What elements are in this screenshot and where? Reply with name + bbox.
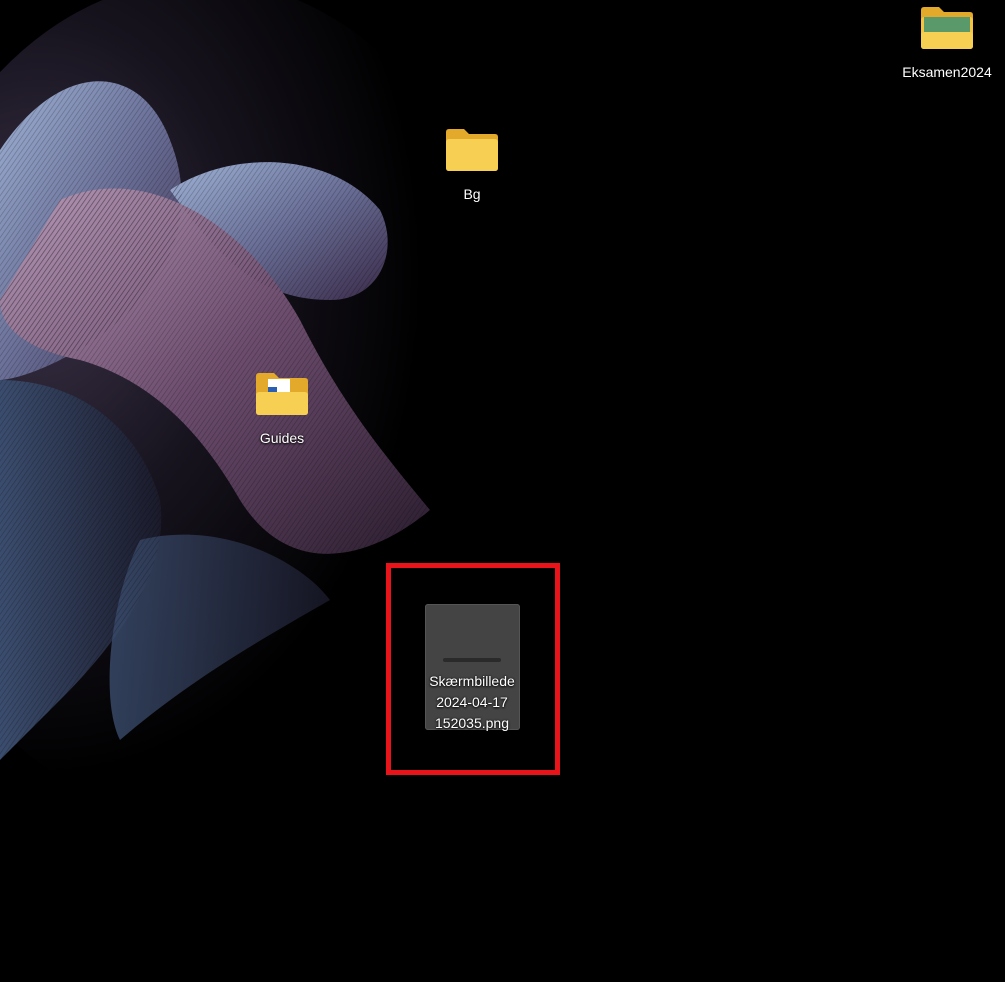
icon-label: Eksamen2024 <box>902 64 992 80</box>
desktop-icon-bg[interactable]: Bg <box>420 126 524 204</box>
desktop-icon-eksamen2024[interactable]: Eksamen2024 <box>895 4 999 82</box>
icon-label: Bg <box>463 186 481 202</box>
folder-with-document-icon <box>256 373 308 415</box>
highlight-box <box>386 563 560 775</box>
desktop[interactable]: Eksamen2024 Bg Guides Skærmbillede 2024-… <box>0 0 1005 982</box>
folder-icon <box>921 7 973 49</box>
desktop-icon-guides[interactable]: Guides <box>230 370 334 448</box>
icon-label: Guides <box>259 430 305 446</box>
folder-icon <box>446 129 498 171</box>
